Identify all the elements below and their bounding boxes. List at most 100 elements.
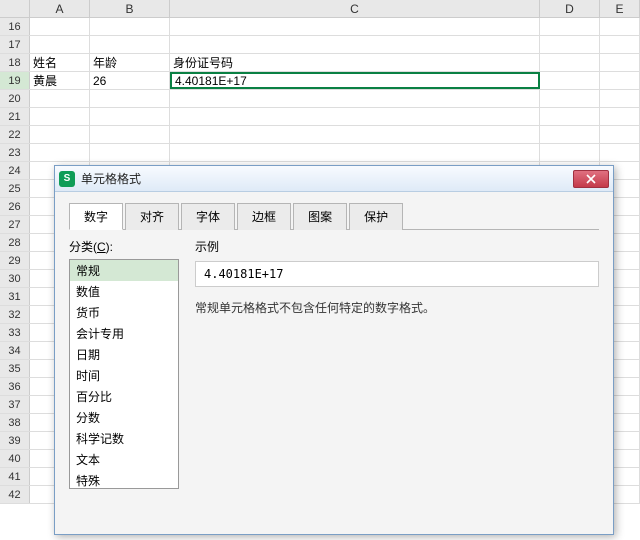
category-item[interactable]: 货币 (70, 302, 178, 323)
category-list[interactable]: 常规数值货币会计专用日期时间百分比分数科学记数文本特殊自定义 (69, 259, 179, 489)
tab-2[interactable]: 字体 (181, 203, 235, 230)
tab-0[interactable]: 数字 (69, 203, 123, 230)
row-header[interactable]: 24 (0, 162, 30, 179)
cell-A23[interactable] (30, 144, 90, 161)
category-item[interactable]: 会计专用 (70, 323, 178, 344)
row-header[interactable]: 21 (0, 108, 30, 125)
cell-A16[interactable] (30, 18, 90, 35)
row-header[interactable]: 32 (0, 306, 30, 323)
grid-row: 20 (0, 90, 640, 108)
col-header-B[interactable]: B (90, 0, 170, 17)
cell-C20[interactable] (170, 90, 540, 107)
cell-C22[interactable] (170, 126, 540, 143)
category-item[interactable]: 日期 (70, 344, 178, 365)
dialog-title: 单元格格式 (81, 170, 573, 187)
category-item[interactable]: 常规 (70, 260, 178, 281)
row-header[interactable]: 39 (0, 432, 30, 449)
grid-row: 22 (0, 126, 640, 144)
category-column: 分类(C): 常规数值货币会计专用日期时间百分比分数科学记数文本特殊自定义 (69, 238, 179, 489)
cell-C18[interactable]: 身份证号码 (170, 54, 540, 71)
cell-E23[interactable] (600, 144, 640, 161)
cell-D23[interactable] (540, 144, 600, 161)
close-button[interactable] (573, 170, 609, 188)
row-header[interactable]: 23 (0, 144, 30, 161)
cell-A18[interactable]: 姓名 (30, 54, 90, 71)
dialog-titlebar[interactable]: S 单元格格式 (55, 166, 613, 192)
cell-D22[interactable] (540, 126, 600, 143)
category-item[interactable]: 科学记数 (70, 428, 178, 449)
row-header[interactable]: 31 (0, 288, 30, 305)
cell-B16[interactable] (90, 18, 170, 35)
row-header[interactable]: 20 (0, 90, 30, 107)
cell-E17[interactable] (600, 36, 640, 53)
row-header[interactable]: 22 (0, 126, 30, 143)
cell-E18[interactable] (600, 54, 640, 71)
cell-B21[interactable] (90, 108, 170, 125)
preview-column: 示例 4.40181E+17 常规单元格格式不包含任何特定的数字格式。 (195, 238, 599, 489)
col-header-C[interactable]: C (170, 0, 540, 17)
cell-A22[interactable] (30, 126, 90, 143)
cell-B23[interactable] (90, 144, 170, 161)
row-header[interactable]: 16 (0, 18, 30, 35)
row-header[interactable]: 18 (0, 54, 30, 71)
col-header-D[interactable]: D (540, 0, 600, 17)
row-header[interactable]: 40 (0, 450, 30, 467)
cell-A17[interactable] (30, 36, 90, 53)
tab-5[interactable]: 保护 (349, 203, 403, 230)
category-item[interactable]: 百分比 (70, 386, 178, 407)
row-header[interactable]: 37 (0, 396, 30, 413)
cell-E19[interactable] (600, 72, 640, 89)
row-header[interactable]: 33 (0, 324, 30, 341)
cell-B20[interactable] (90, 90, 170, 107)
category-item[interactable]: 时间 (70, 365, 178, 386)
cell-A19[interactable]: 黄晨 (30, 72, 90, 89)
grid-row: 21 (0, 108, 640, 126)
cell-D18[interactable] (540, 54, 600, 71)
col-header-A[interactable]: A (30, 0, 90, 17)
category-item[interactable]: 特殊 (70, 470, 178, 489)
row-header[interactable]: 17 (0, 36, 30, 53)
row-header[interactable]: 27 (0, 216, 30, 233)
cell-E16[interactable] (600, 18, 640, 35)
cell-D20[interactable] (540, 90, 600, 107)
row-header[interactable]: 34 (0, 342, 30, 359)
row-header[interactable]: 41 (0, 468, 30, 485)
row-header[interactable]: 36 (0, 378, 30, 395)
row-header[interactable]: 19 (0, 72, 30, 89)
row-header[interactable]: 35 (0, 360, 30, 377)
cell-C19[interactable]: 4.40181E+17 (170, 72, 540, 89)
row-header[interactable]: 25 (0, 180, 30, 197)
category-item[interactable]: 文本 (70, 449, 178, 470)
cell-C17[interactable] (170, 36, 540, 53)
cell-B18[interactable]: 年龄 (90, 54, 170, 71)
cell-C21[interactable] (170, 108, 540, 125)
cell-B19[interactable]: 26 (90, 72, 170, 89)
select-all-corner[interactable] (0, 0, 30, 17)
cell-D17[interactable] (540, 36, 600, 53)
tab-1[interactable]: 对齐 (125, 203, 179, 230)
tab-4[interactable]: 图案 (293, 203, 347, 230)
cell-C16[interactable] (170, 18, 540, 35)
cell-B17[interactable] (90, 36, 170, 53)
cell-E20[interactable] (600, 90, 640, 107)
col-header-E[interactable]: E (600, 0, 640, 17)
cell-D19[interactable] (540, 72, 600, 89)
cell-D21[interactable] (540, 108, 600, 125)
row-header[interactable]: 38 (0, 414, 30, 431)
row-header[interactable]: 26 (0, 198, 30, 215)
cell-C23[interactable] (170, 144, 540, 161)
row-header[interactable]: 29 (0, 252, 30, 269)
close-icon (586, 174, 596, 184)
cell-A21[interactable] (30, 108, 90, 125)
cell-E22[interactable] (600, 126, 640, 143)
cell-E21[interactable] (600, 108, 640, 125)
cell-B22[interactable] (90, 126, 170, 143)
tab-3[interactable]: 边框 (237, 203, 291, 230)
category-item[interactable]: 分数 (70, 407, 178, 428)
row-header[interactable]: 30 (0, 270, 30, 287)
row-header[interactable]: 42 (0, 486, 30, 503)
cell-D16[interactable] (540, 18, 600, 35)
row-header[interactable]: 28 (0, 234, 30, 251)
cell-A20[interactable] (30, 90, 90, 107)
category-item[interactable]: 数值 (70, 281, 178, 302)
